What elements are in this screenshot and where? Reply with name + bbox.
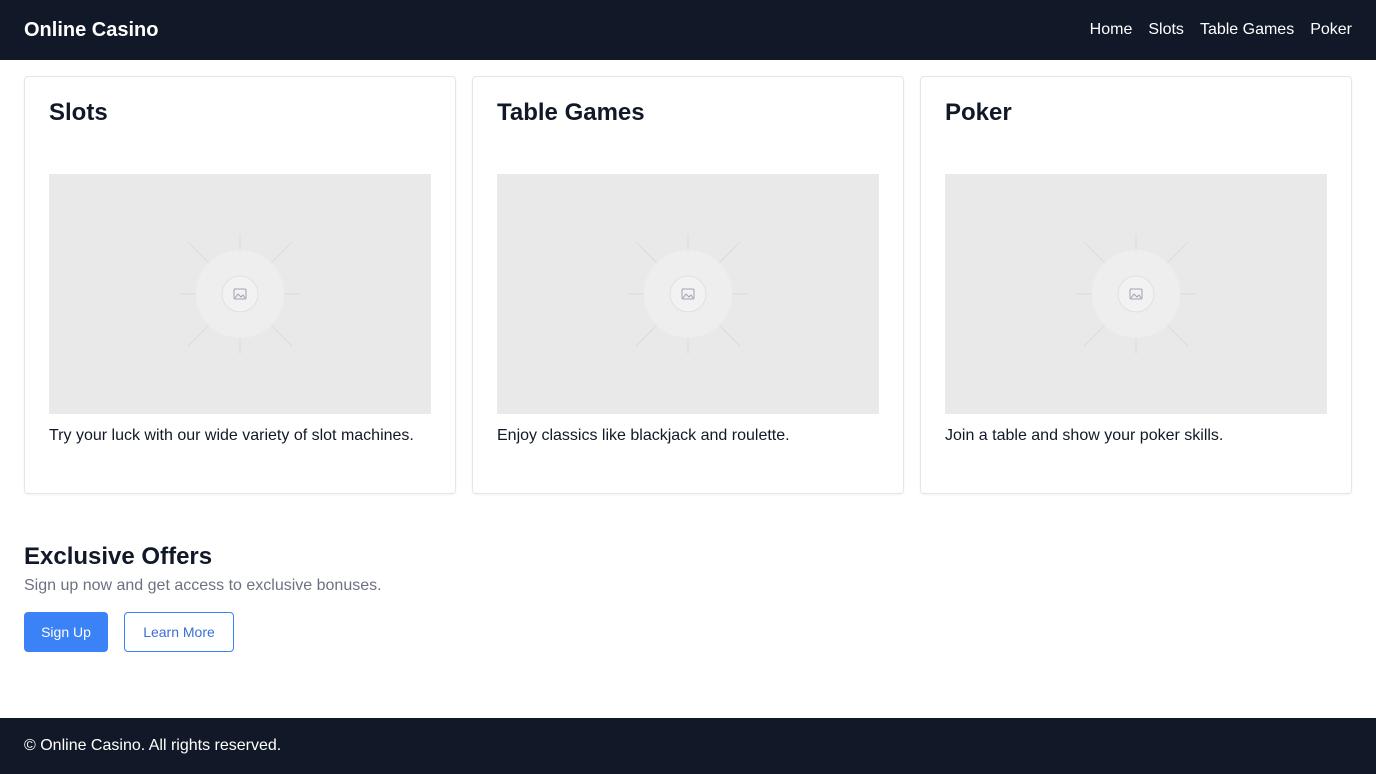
exclusive-offers: Exclusive Offers Sign up now and get acc… (24, 542, 382, 652)
card-title: Poker (945, 99, 1012, 126)
card-poker[interactable]: Poker Join a table and show your poker s… (920, 76, 1352, 494)
learn-more-button[interactable]: Learn More (124, 612, 234, 652)
offers-subtitle: Sign up now and get access to exclusive … (24, 577, 382, 594)
site-footer: © Online Casino. All rights reserved. (0, 718, 1376, 774)
card-image (49, 174, 431, 414)
offers-title: Exclusive Offers (24, 543, 213, 570)
card-title: Slots (49, 99, 108, 126)
nav-home[interactable]: Home (1090, 21, 1133, 39)
offers-actions: Sign Up Learn More (24, 612, 382, 652)
image-placeholder-icon (628, 234, 748, 354)
card-description: Enjoy classics like blackjack and roulet… (497, 427, 790, 444)
card-image (945, 174, 1327, 414)
card-title: Table Games (497, 99, 645, 126)
nav-slots[interactable]: Slots (1148, 21, 1184, 39)
card-description: Join a table and show your poker skills. (945, 427, 1224, 444)
nav-table-games[interactable]: Table Games (1200, 21, 1294, 39)
brand-logo[interactable]: Online Casino (24, 19, 158, 42)
card-description: Try your luck with our wide variety of s… (49, 427, 414, 444)
game-cards: Slots Try your luck with our wide variet… (24, 76, 1352, 494)
site-header: Online Casino Home Slots Table Games Pok… (0, 0, 1376, 60)
main-nav: Home Slots Table Games Poker (1090, 21, 1352, 39)
image-placeholder-icon (180, 234, 300, 354)
copyright-text: © Online Casino. All rights reserved. (24, 737, 282, 754)
card-table-games[interactable]: Table Games Enjoy classics like blackjac… (472, 76, 904, 494)
nav-poker[interactable]: Poker (1310, 21, 1352, 39)
card-image (497, 174, 879, 414)
sign-up-button[interactable]: Sign Up (24, 612, 108, 652)
image-placeholder-icon (1076, 234, 1196, 354)
card-slots[interactable]: Slots Try your luck with our wide variet… (24, 76, 456, 494)
